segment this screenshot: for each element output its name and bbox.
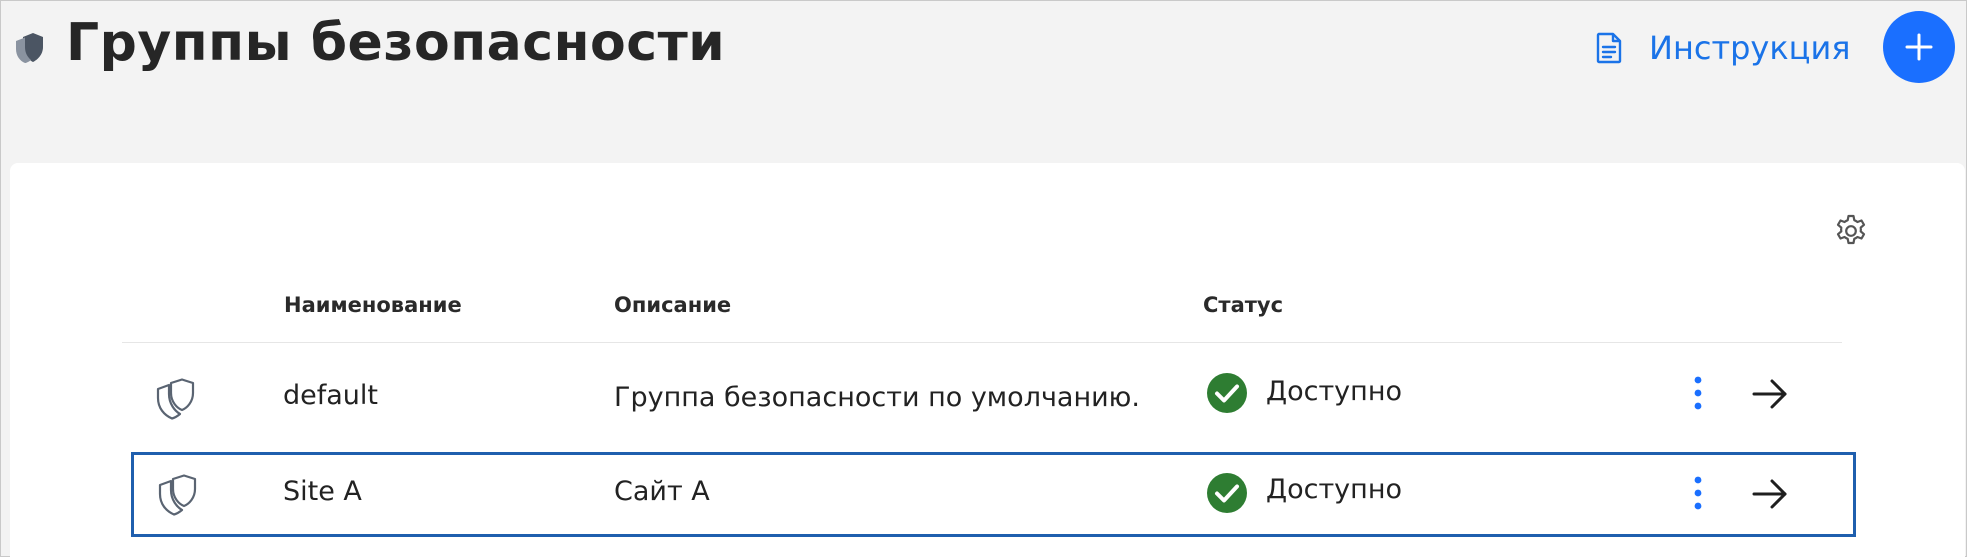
more-vertical-icon[interactable] — [1682, 473, 1714, 517]
row-status: Доступно — [1266, 376, 1402, 407]
column-header-status[interactable]: Статус — [1203, 293, 1283, 317]
row-description: Группа безопасности по умолчанию. — [614, 382, 1140, 413]
row-name: Site A — [283, 476, 362, 507]
arrow-right-icon[interactable] — [1750, 374, 1790, 414]
guide-link-label[interactable]: Инструкция — [1649, 29, 1851, 67]
column-header-description[interactable]: Описание — [614, 293, 731, 317]
shield-outline-icon — [158, 474, 197, 516]
table-row[interactable]: default Группа безопасности по умолчанию… — [0, 356, 1967, 440]
document-icon — [1596, 32, 1622, 64]
shield-icon — [16, 33, 43, 63]
header-divider — [122, 342, 1842, 343]
row-name: default — [283, 380, 379, 411]
column-header-name[interactable]: Наименование — [284, 293, 462, 317]
add-button[interactable] — [1883, 11, 1955, 83]
gear-icon[interactable] — [1833, 213, 1869, 249]
check-circle-icon — [1207, 373, 1247, 413]
row-status: Доступно — [1266, 474, 1402, 505]
plus-icon — [1905, 33, 1933, 61]
guide-link[interactable]: Инструкция — [1594, 27, 1851, 69]
check-circle-icon — [1207, 473, 1247, 513]
more-vertical-icon[interactable] — [1682, 373, 1714, 417]
row-description: Сайт А — [614, 476, 710, 507]
table-row-selected[interactable]: Site A Сайт А Доступно — [0, 452, 1967, 536]
shield-outline-icon — [156, 378, 195, 420]
arrow-right-icon[interactable] — [1750, 474, 1790, 514]
page-title: Группы безопасности — [66, 13, 726, 73]
